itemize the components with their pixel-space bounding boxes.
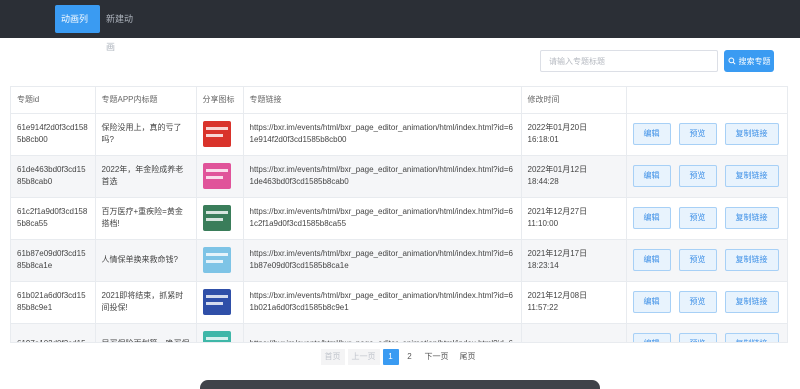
share-thumbnail: [202, 163, 231, 189]
page-2[interactable]: 2: [402, 349, 418, 365]
preview-button[interactable]: 预览: [678, 123, 717, 145]
row-share-icon-cell: [196, 113, 244, 156]
preview-button[interactable]: 预览: [678, 291, 717, 313]
table-header-row: 专题id 专题APP内标题 分享图标 专题链接 修改时间: [11, 87, 787, 114]
top-navbar: 动画列表 新建动画: [0, 0, 800, 52]
row-title: 人情保单换来救命钱?: [95, 239, 197, 282]
page-1[interactable]: 1: [382, 349, 399, 365]
edit-button[interactable]: 编辑: [632, 123, 671, 145]
table-row: 6197a102d0f3cd15 早买保险更划算，晚买保 https://bxr…: [11, 323, 787, 342]
table-row: 61b021a6d0f3cd1585b8c9e1 2021即将结束，抓紧时间投保…: [11, 281, 787, 324]
copy-link-button[interactable]: 复制链接: [724, 207, 779, 229]
header-actions: [626, 87, 787, 114]
table-row: 61b87e09d0f3cd1585b8ca1e 人情保单换来救命钱? http…: [11, 239, 787, 282]
row-link: https://bxr.im/events/html/bxr_page_edit…: [243, 281, 522, 324]
table-row: 61e914f2d0f3cd1585b8cb00 保险没用上，真的亏了吗? ht…: [11, 113, 787, 156]
row-share-icon-cell: [196, 197, 244, 240]
row-time: 2022年01月20日 16:18:01: [521, 113, 627, 156]
row-id: 61e914f2d0f3cd1585b8cb00: [11, 113, 96, 156]
row-link: https://bxr.im/events/html/bxr_page_edit…: [243, 239, 522, 282]
pagination: 首页 上一页 1 2 下一页 尾页: [0, 349, 800, 365]
header-modified-time: 修改时间: [521, 87, 627, 114]
row-id: 61de463bd0f3cd1585b8cab0: [11, 155, 96, 198]
row-share-icon-cell: [196, 155, 244, 198]
header-id: 专题id: [11, 87, 96, 114]
copy-link-button[interactable]: 复制链接: [724, 165, 779, 187]
row-id: 61b87e09d0f3cd1585b8ca1e: [11, 239, 96, 282]
edit-button[interactable]: 编辑: [632, 165, 671, 187]
search-input[interactable]: [540, 50, 718, 72]
copy-link-button[interactable]: 复制链接: [724, 249, 779, 271]
row-actions: 编辑 预览 复制链接: [626, 155, 787, 198]
search-button-label: 搜索专题: [738, 56, 771, 66]
page-last[interactable]: 尾页: [456, 349, 480, 365]
table-row: 61c2f1a9d0f3cd1585b8ca55 百万医疗+重疾险=黄金搭档! …: [11, 197, 787, 240]
row-actions: 编辑 预览 复制链接: [626, 239, 787, 282]
row-actions: 编辑 预览 复制链接: [626, 281, 787, 324]
bottom-overlay: [200, 380, 600, 389]
row-id: 61b021a6d0f3cd1585b8c9e1: [11, 281, 96, 324]
row-time: [521, 323, 627, 342]
page-first[interactable]: 首页: [320, 349, 345, 365]
row-share-icon-cell: [196, 239, 244, 282]
edit-button[interactable]: 编辑: [632, 249, 671, 271]
preview-button[interactable]: 预览: [678, 249, 717, 271]
row-actions: 编辑 预览 复制链接: [626, 113, 787, 156]
row-link: https://bxr.im/events/html/bxr_page_edit…: [243, 197, 522, 240]
preview-button[interactable]: 预览: [678, 165, 717, 187]
row-actions: 编辑 预览 复制链接: [626, 323, 787, 342]
row-time: 2021年12月27日 11:10:00: [521, 197, 627, 240]
share-thumbnail: [202, 331, 231, 342]
row-id: 61c2f1a9d0f3cd1585b8ca55: [11, 197, 96, 240]
row-id: 6197a102d0f3cd15: [11, 323, 96, 342]
row-share-icon-cell: [196, 281, 244, 324]
row-share-icon-cell: [196, 323, 244, 342]
copy-link-button[interactable]: 复制链接: [724, 333, 779, 342]
row-time: 2021年12月08日 11:57:22: [521, 281, 627, 324]
share-thumbnail: [202, 121, 231, 147]
row-title: 早买保险更划算，晚买保: [95, 323, 197, 342]
edit-button[interactable]: 编辑: [632, 333, 671, 342]
search-icon: [727, 57, 736, 65]
header-share-icon: 分享图标: [196, 87, 244, 114]
nav-tab-animation-list[interactable]: 动画列表: [55, 5, 100, 52]
row-title: 保险没用上，真的亏了吗?: [95, 113, 197, 156]
row-title: 2021即将结束，抓紧时间投保!: [95, 281, 197, 324]
share-thumbnail: [202, 205, 231, 231]
copy-link-button[interactable]: 复制链接: [724, 123, 779, 145]
row-link: https://bxr.im/events/html/bxr_page_edit…: [243, 155, 522, 198]
header-title: 专题APP内标题: [95, 87, 197, 114]
row-time: 2021年12月17日 18:23:14: [521, 239, 627, 282]
page-prev[interactable]: 上一页: [347, 349, 380, 365]
row-link: https://bxr.im/events/html/bxr_page_edit…: [243, 323, 522, 342]
page-next[interactable]: 下一页: [421, 349, 453, 365]
edit-button[interactable]: 编辑: [632, 207, 671, 229]
row-actions: 编辑 预览 复制链接: [626, 197, 787, 240]
topic-table: 专题id 专题APP内标题 分享图标 专题链接 修改时间 61e914f2d0f…: [10, 86, 788, 343]
preview-button[interactable]: 预览: [678, 333, 717, 342]
row-title: 百万医疗+重疾险=黄金搭档!: [95, 197, 197, 240]
row-link: https://bxr.im/events/html/bxr_page_edit…: [243, 113, 522, 156]
edit-button[interactable]: 编辑: [632, 291, 671, 313]
row-time: 2022年01月12日 18:44:28: [521, 155, 627, 198]
nav-tab-new-animation[interactable]: 新建动画: [100, 5, 145, 52]
header-link: 专题链接: [243, 87, 522, 114]
search-button[interactable]: 搜索专题: [724, 50, 774, 72]
preview-button[interactable]: 预览: [678, 207, 717, 229]
copy-link-button[interactable]: 复制链接: [724, 291, 779, 313]
share-thumbnail: [202, 289, 231, 315]
share-thumbnail: [202, 247, 231, 273]
table-row: 61de463bd0f3cd1585b8cab0 2022年，年金险成养老首选 …: [11, 155, 787, 198]
row-title: 2022年，年金险成养老首选: [95, 155, 197, 198]
